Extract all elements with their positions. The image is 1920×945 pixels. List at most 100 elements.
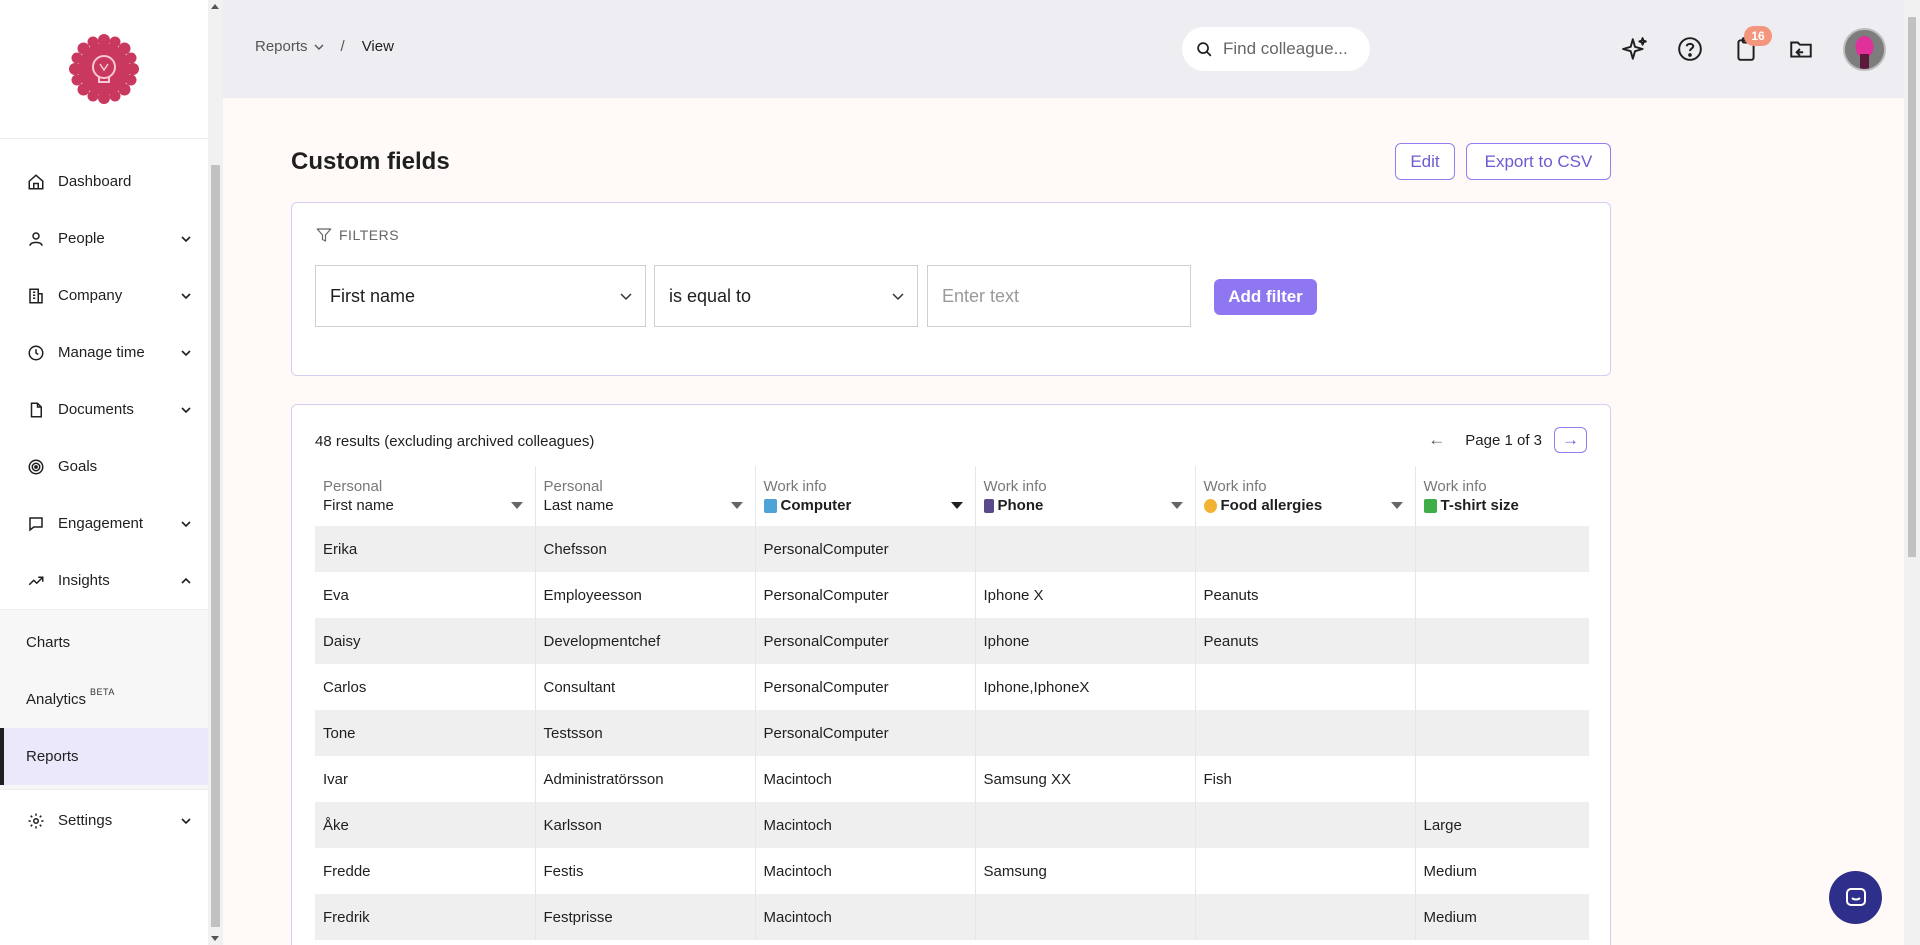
table-row[interactable]: Ivar Administratörsson Macintoch Samsung…: [315, 756, 1589, 802]
allergy-face-emoji-icon: [1203, 498, 1217, 513]
search-input[interactable]: [1223, 39, 1363, 59]
column-header-last-name[interactable]: Personal Last name: [535, 466, 756, 526]
sidebar-item-reports[interactable]: Reports: [0, 728, 208, 785]
column-field-label: Phone: [997, 497, 1044, 514]
sidebar-item-dashboard[interactable]: Dashboard: [0, 153, 208, 210]
table-row[interactable]: Åke Karlsson Macintoch Large: [315, 802, 1589, 848]
results-table: Personal First name Personal Last name W…: [315, 466, 1589, 940]
sidebar-item-documents[interactable]: Documents: [0, 381, 208, 438]
column-header-tshirt-size[interactable]: Work info T-shirt size: [1415, 466, 1589, 526]
sidebar-scrollbar-thumb[interactable]: [211, 165, 220, 927]
sidebar-item-goals[interactable]: Goals: [0, 438, 208, 495]
table-cell: Iphone X: [975, 572, 1196, 618]
scroll-up-arrow-icon[interactable]: [211, 4, 219, 9]
chat-launcher-button[interactable]: [1829, 871, 1882, 924]
sort-caret-icon[interactable]: [1170, 502, 1183, 510]
page-scrollbar-thumb[interactable]: [1908, 17, 1916, 557]
breadcrumb-reports-link[interactable]: Reports: [255, 38, 324, 55]
filter-text-input[interactable]: [942, 285, 1172, 307]
column-group-label: Personal: [543, 478, 603, 495]
sparkle-icon[interactable]: [1620, 34, 1650, 64]
sidebar-item-insights[interactable]: Insights: [0, 552, 208, 609]
sidebar-item-label: People: [58, 230, 105, 247]
results-count: 48 results (excluding archived colleague…: [315, 433, 595, 450]
sidebar-item-charts[interactable]: Charts: [0, 614, 208, 671]
filter-field-value: First name: [330, 285, 416, 306]
sort-caret-icon[interactable]: [950, 502, 963, 510]
breadcrumb-parent-label: Reports: [255, 38, 308, 55]
column-group-label: Work info: [1423, 478, 1487, 495]
edit-button[interactable]: Edit: [1395, 143, 1455, 180]
table-row[interactable]: Eva Employeesson PersonalComputer Iphone…: [315, 572, 1589, 618]
table-cell: Fredde: [315, 848, 536, 894]
table-row[interactable]: Carlos Consultant PersonalComputer Iphon…: [315, 664, 1589, 710]
table-cell: Fish: [1195, 756, 1416, 802]
sort-caret-icon[interactable]: [510, 502, 523, 510]
company-logo[interactable]: [69, 34, 139, 104]
sidebar-scrollbar[interactable]: [208, 0, 223, 945]
table-row[interactable]: Daisy Developmentchef PersonalComputer I…: [315, 618, 1589, 664]
prev-page-button[interactable]: ←: [1420, 427, 1453, 453]
sidebar-item-settings[interactable]: Settings: [0, 792, 208, 849]
table-cell: [1415, 572, 1589, 618]
page-indicator: Page 1 of 3: [1465, 431, 1542, 449]
table-cell: Carlos: [315, 664, 536, 710]
filter-icon: [316, 228, 332, 242]
table-cell: Macintoch: [755, 848, 976, 894]
table-cell: PersonalComputer: [755, 710, 976, 756]
filter-field-select[interactable]: First name: [315, 265, 646, 327]
page-title: Custom fields: [291, 148, 450, 175]
trend-icon: [26, 571, 46, 591]
column-field: T-shirt size: [1423, 497, 1582, 514]
chevron-down-icon: [892, 293, 904, 301]
chat-bubble-icon: [1845, 887, 1866, 906]
sidebar-item-label: Engagement: [58, 515, 144, 532]
sidebar-item-manage-time[interactable]: Manage time: [0, 324, 208, 381]
sidebar-item-label: Reports: [26, 748, 79, 765]
avatar[interactable]: [1843, 28, 1886, 71]
sort-caret-icon[interactable]: [730, 502, 743, 510]
table-cell: Samsung: [975, 848, 1196, 894]
add-filter-button[interactable]: Add filter: [1214, 279, 1317, 315]
table-cell: Macintoch: [755, 756, 976, 802]
column-field-label: Last name: [543, 497, 614, 514]
chevron-down-icon: [180, 233, 192, 245]
colleague-search[interactable]: [1182, 27, 1370, 71]
table-row[interactable]: Fredrik Festprisse Macintoch Medium: [315, 894, 1589, 940]
table-cell: [1195, 664, 1416, 710]
table-cell: Iphone: [975, 618, 1196, 664]
sidebar-item-analytics[interactable]: Analytics BETA: [0, 671, 208, 728]
table-cell: [1415, 756, 1589, 802]
table-cell: Administratörsson: [535, 756, 756, 802]
filter-operator-select[interactable]: is equal to: [654, 265, 918, 327]
next-page-button[interactable]: →: [1554, 427, 1587, 453]
gear-icon: [26, 811, 46, 831]
table-cell: Employeesson: [535, 572, 756, 618]
column-header-computer[interactable]: Work info Computer: [755, 466, 976, 526]
folder-return-icon[interactable]: [1786, 34, 1816, 64]
sidebar: Dashboard People Company Manage time Doc…: [0, 0, 208, 945]
filter-text-field[interactable]: [927, 265, 1191, 327]
sidebar-item-engagement[interactable]: Engagement: [0, 495, 208, 552]
table-cell: Erika: [315, 526, 536, 572]
sidebar-item-company[interactable]: Company: [0, 267, 208, 324]
column-header-first-name[interactable]: Personal First name: [315, 466, 536, 526]
table-cell: Medium: [1423, 862, 1477, 880]
column-header-phone[interactable]: Work info Phone: [975, 466, 1196, 526]
table-row[interactable]: Erika Chefsson PersonalComputer: [315, 526, 1589, 572]
sort-caret-icon[interactable]: [1390, 502, 1403, 510]
help-icon[interactable]: [1675, 34, 1705, 64]
export-csv-button[interactable]: Export to CSV: [1466, 143, 1611, 180]
table-row[interactable]: Fredde Festis Macintoch Samsung Medium: [315, 848, 1589, 894]
column-group-label: Work info: [1203, 478, 1267, 495]
page-scrollbar[interactable]: [1904, 0, 1920, 945]
scroll-down-arrow-icon[interactable]: [211, 936, 219, 941]
chevron-down-icon: [180, 290, 192, 302]
table-row[interactable]: Tone Testsson PersonalComputer: [315, 710, 1589, 756]
column-header-food-allergies[interactable]: Work info Food allergies: [1195, 466, 1416, 526]
table-body: Erika Chefsson PersonalComputer Eva Empl…: [315, 526, 1589, 940]
sidebar-item-people[interactable]: People: [0, 210, 208, 267]
table-cell: PersonalComputer: [755, 618, 976, 664]
table-cell: Macintoch: [755, 802, 976, 848]
table-cell: [1415, 664, 1589, 710]
